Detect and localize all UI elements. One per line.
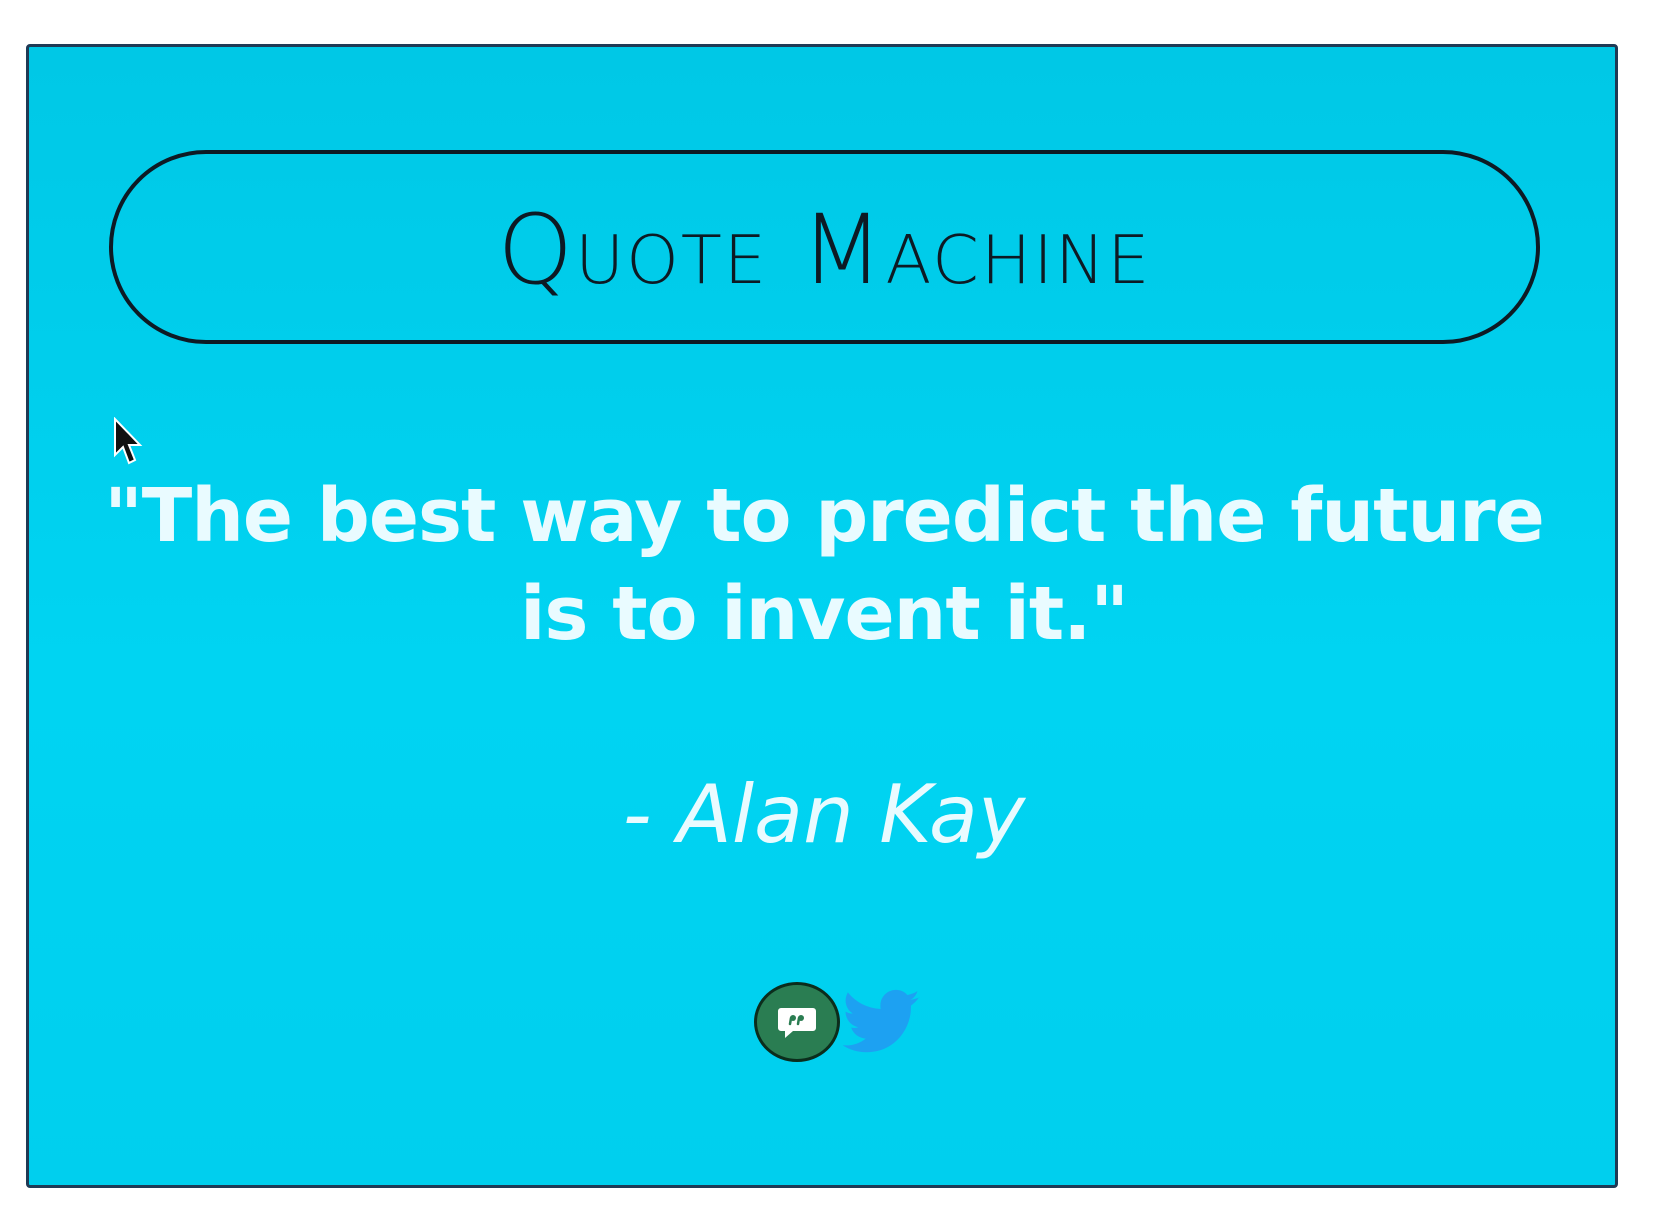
quote-text: "The best way to predict the future is t… — [104, 473, 1545, 657]
quote-machine-app: Quote Machine "The best way to predict t… — [26, 44, 1618, 1188]
new-quote-button[interactable] — [754, 982, 840, 1062]
header-box: Quote Machine — [109, 150, 1540, 344]
speech-bubble-quote-icon — [778, 1008, 816, 1038]
page-title: Quote Machine — [497, 194, 1152, 306]
twitter-bird-icon — [843, 989, 920, 1053]
tweet-quote-button[interactable] — [842, 984, 922, 1060]
mouse-pointer-icon — [114, 417, 143, 465]
quote-author: - Alan Kay — [622, 768, 1026, 861]
quote-actions — [754, 977, 922, 1067]
